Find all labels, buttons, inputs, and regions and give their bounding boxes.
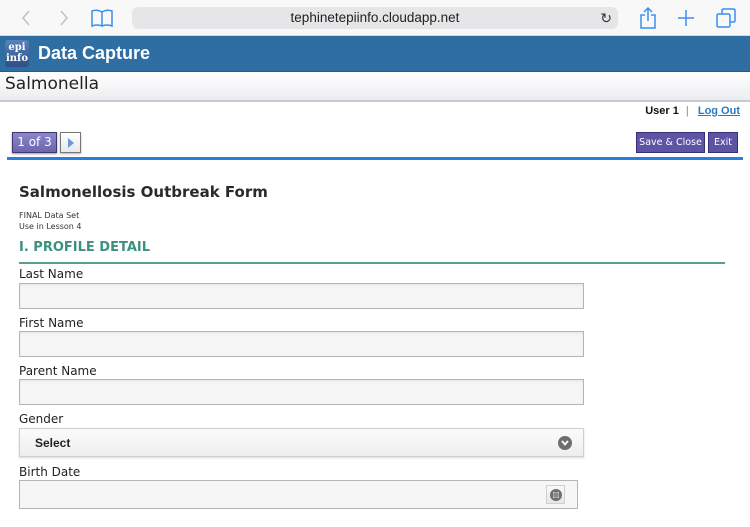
reload-icon[interactable]: ↻ [600, 7, 612, 29]
calendar-button[interactable] [546, 485, 565, 504]
description-line-2: Use in Lesson 4 [19, 222, 82, 231]
epi-info-logo: epi info [5, 40, 29, 67]
logout-link[interactable]: Log Out [698, 105, 740, 117]
tabs-icon [716, 8, 736, 28]
parent-name-label: Parent Name [19, 364, 97, 378]
form-title: Salmonellosis Outbreak Form [19, 183, 268, 201]
browser-toolbar: tephinetepiinfo.cloudapp.net ↻ [0, 0, 750, 36]
gender-select[interactable]: Select [19, 428, 584, 457]
gender-selected-value: Select [35, 436, 71, 450]
back-button[interactable] [14, 6, 38, 30]
tabs-button[interactable] [714, 6, 738, 30]
page-indicator-button[interactable]: 1 of 3 [12, 132, 57, 153]
last-name-input[interactable] [19, 283, 584, 309]
birth-date-label: Birth Date [19, 465, 81, 479]
form-name-bar: Salmonella [0, 72, 750, 102]
section-divider [19, 262, 725, 264]
form-name: Salmonella [5, 74, 99, 94]
gender-label: Gender [19, 412, 64, 426]
forward-icon [60, 10, 69, 26]
logo-top-text: epi [8, 42, 26, 53]
bookmarks-button[interactable] [90, 6, 114, 30]
exit-button[interactable]: Exit [708, 132, 738, 153]
new-tab-icon [678, 10, 694, 26]
new-tab-button[interactable] [674, 6, 698, 30]
separator: | [685, 105, 689, 117]
first-name-input[interactable] [19, 331, 584, 357]
toolbar-divider [7, 157, 743, 160]
user-name: User 1 [645, 105, 679, 117]
address-bar[interactable]: tephinetepiinfo.cloudapp.net ↻ [132, 7, 618, 29]
parent-name-input[interactable] [19, 379, 584, 405]
description-line-1: FINAL Data Set [19, 211, 80, 220]
next-arrow-icon [67, 137, 74, 148]
url-text: tephinetepiinfo.cloudapp.net [290, 10, 460, 25]
forward-button[interactable] [52, 6, 76, 30]
calendar-icon [549, 488, 562, 501]
first-name-label: First Name [19, 316, 84, 330]
last-name-label: Last Name [19, 267, 84, 281]
birth-date-input[interactable] [19, 480, 578, 509]
user-area: User 1 | Log Out [645, 105, 740, 117]
app-header: epi info Data Capture [0, 36, 750, 72]
back-icon [21, 10, 30, 26]
section-title: I. PROFILE DETAIL [19, 240, 151, 255]
bookmarks-icon [91, 9, 113, 28]
form-description: FINAL Data Set Use in Lesson 4 [19, 210, 82, 232]
next-page-button[interactable] [60, 132, 81, 153]
chevron-down-icon [558, 436, 572, 450]
save-close-button[interactable]: Save & Close [636, 132, 705, 153]
logo-bottom-text: info [5, 53, 29, 64]
share-icon [640, 6, 656, 29]
share-button[interactable] [636, 6, 660, 30]
app-title: Data Capture [38, 43, 151, 63]
